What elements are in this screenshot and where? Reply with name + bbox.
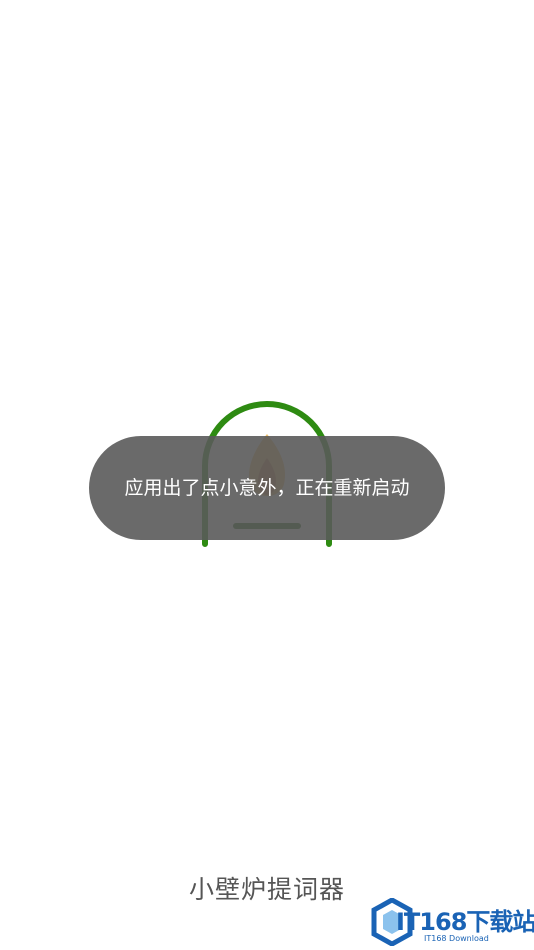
- watermark-brand: IT168下载站: [396, 908, 534, 936]
- watermark-sub: IT168 Download: [424, 934, 489, 943]
- toast-message: 应用出了点小意外，正在重新启动: [124, 477, 410, 499]
- crash-toast: 应用出了点小意外，正在重新启动: [89, 436, 445, 540]
- watermark: IT168下载站 IT168 Download: [370, 896, 534, 950]
